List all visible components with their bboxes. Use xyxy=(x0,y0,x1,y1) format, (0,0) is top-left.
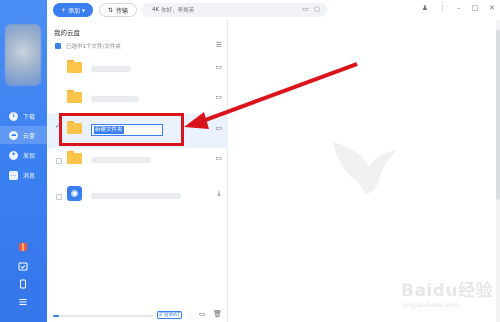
select-all-checkbox[interactable] xyxy=(55,43,61,49)
folder-icon xyxy=(67,60,82,73)
minimize-icon[interactable]: – xyxy=(457,4,461,12)
file-name-blurred xyxy=(91,193,181,199)
baidu-jingyan-watermark: Baidu经验 jingyan.baidu.com xyxy=(383,270,498,318)
folder-search-icon[interactable]: ▭ xyxy=(302,5,309,13)
sidebar-item-cloud[interactable]: ☁ 云盘 xyxy=(0,126,47,144)
search-icon[interactable]: ○ xyxy=(314,5,320,13)
trash-icon[interactable]: 🗑 xyxy=(213,310,222,318)
download-arrow-icon[interactable]: ↓ xyxy=(216,190,222,198)
plus-icon: + xyxy=(60,6,66,14)
message-icon: … xyxy=(9,170,18,180)
calendar-check-icon[interactable] xyxy=(17,260,28,271)
add-button-label: 添加 xyxy=(67,7,80,15)
storage-progress xyxy=(53,315,153,317)
watermark-subtext: jingyan.baidu.com xyxy=(403,302,459,309)
sidebar-item-discover[interactable]: ✦ 发现 xyxy=(0,146,47,164)
new-folder-icon[interactable]: ▭ xyxy=(199,310,206,318)
gift-icon[interactable] xyxy=(17,241,28,252)
open-folder-icon[interactable]: ▭ xyxy=(215,63,222,71)
cloud-icon: ☁ xyxy=(9,130,18,140)
maximize-icon[interactable]: □ xyxy=(472,4,479,12)
file-name-blurred xyxy=(91,96,139,102)
open-folder-icon[interactable]: ▭ xyxy=(215,154,222,162)
sidebar-item-label: 消息 xyxy=(23,172,36,180)
add-button[interactable]: + 添加 ▼ xyxy=(53,3,93,17)
transfer-button[interactable]: ⇅ 传输 xyxy=(99,3,137,17)
sidebar-item-label: 下载 xyxy=(23,113,36,121)
list-item[interactable]: ↓ xyxy=(47,180,228,214)
transfer-button-label: 传输 xyxy=(116,7,129,15)
sort-icon[interactable]: ☰ xyxy=(216,41,222,49)
bird-logo-icon xyxy=(333,142,397,194)
search-badge: 4K xyxy=(152,7,160,13)
search-input[interactable]: 4K 你好，李焕英 ▭ ○ xyxy=(142,3,327,17)
compass-icon: ✦ xyxy=(9,150,18,160)
list-item[interactable]: ▭ xyxy=(47,144,228,178)
select-all-row[interactable]: 已选中1个文件/文件夹 xyxy=(55,42,121,50)
file-name-blurred xyxy=(91,66,131,72)
expand-storage-button[interactable]: 扩容到6T xyxy=(157,311,183,319)
menu-icon[interactable] xyxy=(17,296,28,307)
sidebar-item-label: 云盘 xyxy=(23,132,36,140)
file-name-blurred xyxy=(91,157,151,163)
row-checkbox[interactable] xyxy=(56,158,62,164)
sidebar-item-label: 发现 xyxy=(23,152,36,160)
settings-icon[interactable]: ⋮ xyxy=(439,4,446,12)
disc-file-icon xyxy=(67,186,82,201)
sidebar-item-message[interactable]: … 消息 xyxy=(0,166,47,184)
sidebar: ↓ 下载 ☁ 云盘 ✦ 发现 … 消息 xyxy=(0,0,47,322)
top-bar: + 添加 ▼ ⇅ 传输 4K 你好，李焕英 ▭ ○ ♟ ⋮ – □ ✕ xyxy=(47,0,500,20)
chevron-down-icon: ▼ xyxy=(81,7,86,13)
annotation-highlight-box xyxy=(59,113,184,146)
transfer-icon: ⇅ xyxy=(107,6,113,14)
panel-footer: 扩容到6T ▭ 🗑 xyxy=(47,308,228,322)
watermark-text: Baidu经验 xyxy=(401,281,494,301)
folder-icon xyxy=(67,151,82,164)
row-checkbox[interactable] xyxy=(56,194,62,200)
open-folder-icon[interactable]: ▭ xyxy=(215,93,222,101)
skin-icon[interactable]: ♟ xyxy=(422,4,428,12)
avatar[interactable] xyxy=(5,24,41,86)
download-icon: ↓ xyxy=(9,111,18,121)
breadcrumb[interactable]: 我的云盘 xyxy=(54,27,80,37)
close-icon[interactable]: ✕ xyxy=(489,4,495,12)
open-folder-icon[interactable]: ▭ xyxy=(215,124,222,132)
file-panel: 我的云盘 已选中1个文件/文件夹 ☰ ▭ ▭ 新建文件夹 ▭ ▭ ↓ 扩容到6T… xyxy=(47,20,228,322)
selection-status: 已选中1个文件/文件夹 xyxy=(66,44,121,50)
list-item[interactable]: ▭ xyxy=(47,53,228,87)
search-placeholder: 你好，李焕英 xyxy=(161,8,195,14)
sidebar-item-download[interactable]: ↓ 下载 xyxy=(0,107,47,125)
phone-icon[interactable] xyxy=(17,278,28,289)
list-item[interactable]: ▭ xyxy=(47,83,228,117)
folder-icon xyxy=(67,90,82,103)
